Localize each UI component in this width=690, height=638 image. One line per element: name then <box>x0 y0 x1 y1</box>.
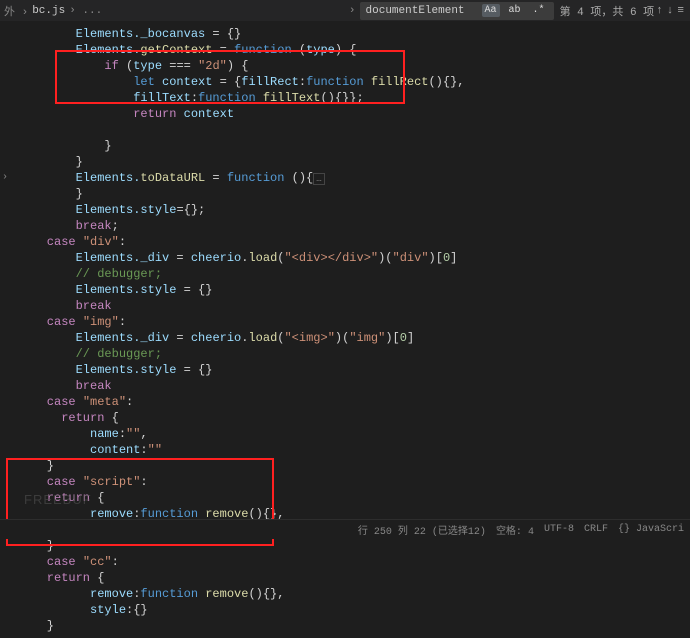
statusbar: 行 250 列 22 (已选择12) 空格: 4 UTF-8 CRLF {} J… <box>0 519 690 539</box>
search-results-count: 第 4 项，共 6 项 <box>560 3 655 19</box>
prev-match-icon[interactable]: ↑ <box>654 5 665 17</box>
breadcrumb[interactable]: 外 › bc.js › ... <box>4 3 102 19</box>
search-input[interactable] <box>366 5 476 17</box>
match-case-icon[interactable]: Aa <box>482 4 500 17</box>
status-language[interactable]: {} JavaScri <box>618 524 684 535</box>
code-editor[interactable]: Elements._bocanvas = {} Elements.getCont… <box>0 22 690 638</box>
find-widget: Aa ab .* <box>360 2 554 20</box>
breadcrumb-prefix: 外 › <box>4 3 28 19</box>
breadcrumb-suffix: › ... <box>69 5 102 17</box>
status-cursor-pos[interactable]: 行 250 列 22 (已选择12) <box>358 522 486 538</box>
breadcrumb-file: bc.js <box>32 5 65 17</box>
code-text: Elements. <box>18 27 140 41</box>
status-encoding[interactable]: UTF-8 <box>544 524 574 535</box>
chevron-right-icon: › <box>349 5 356 17</box>
regex-icon[interactable]: .* <box>530 4 548 17</box>
menu-icon[interactable]: ≡ <box>675 5 686 17</box>
fold-ellipsis-icon[interactable]: … <box>313 173 324 185</box>
next-match-icon[interactable]: ↓ <box>665 5 676 17</box>
status-spaces[interactable]: 空格: 4 <box>496 522 534 538</box>
topbar: 外 › bc.js › ... › Aa ab .* 第 4 项，共 6 项 ↑… <box>0 0 690 22</box>
fold-arrow-icon[interactable]: › <box>2 170 8 186</box>
match-word-icon[interactable]: ab <box>506 4 524 17</box>
status-eol[interactable]: CRLF <box>584 524 608 535</box>
